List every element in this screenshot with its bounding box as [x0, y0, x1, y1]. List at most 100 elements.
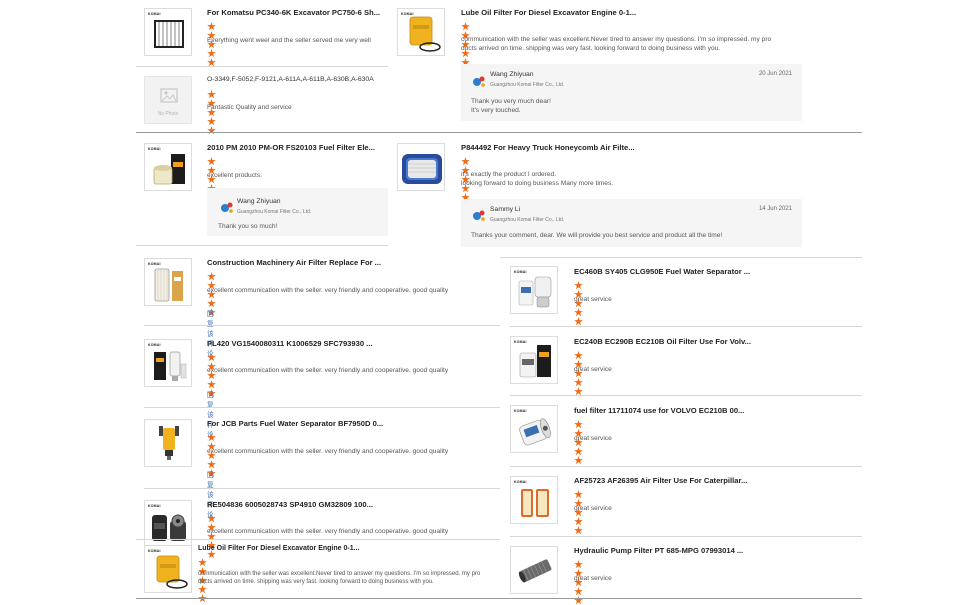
row-divider [136, 539, 500, 540]
review-comment: communication with the seller was excell… [461, 36, 772, 52]
oil-filter-box-icon[interactable]: KOMAI [510, 336, 558, 384]
fuel-water-separator-icon[interactable]: KOMAI [510, 266, 558, 314]
row-divider [136, 66, 388, 67]
product-title[interactable]: Hydraulic Pump Filter PT 685-MPG 0799301… [574, 546, 743, 555]
spin-on-filter-icon[interactable]: KOMAI [144, 500, 192, 548]
reply-company: Guangzhou Komai Filter Co., Ltd. [490, 82, 565, 88]
komai-logo-icon [473, 210, 485, 221]
product-title[interactable]: PL420 VG1540080311 K1006529 SFC793930 ..… [207, 339, 373, 348]
lube-oil-filter-icon[interactable]: KOMAI [144, 545, 192, 593]
star-icon [574, 490, 583, 499]
seller-reply: Sammy Li Guangzhou Komai Filter Co., Ltd… [461, 199, 802, 247]
product-title[interactable]: Lube Oil Filter For Diesel Excavator Eng… [461, 8, 636, 17]
rating-stars [574, 560, 584, 605]
reply-link[interactable]: 回复该评论 [207, 389, 214, 439]
rating-stars [461, 157, 471, 202]
air-filter-icon[interactable]: KOMAI [144, 258, 192, 306]
row-divider [388, 132, 862, 133]
review-comment: excellent communication with the seller.… [207, 448, 449, 455]
review-comment: excellent products. [207, 172, 262, 179]
product-title[interactable]: O-3349,F-5052,F-9121,A-611A,A-611B,A-630… [207, 76, 374, 83]
star-icon [207, 49, 216, 58]
star-icon [207, 117, 216, 126]
review-comment: it's exactly the product I ordered. look… [461, 171, 614, 187]
reply-text: Thank you so much! [218, 223, 278, 230]
komai-logo-icon [221, 202, 233, 213]
product-title[interactable]: For Komatsu PC340-6K Excavator PC750-6 S… [207, 8, 380, 17]
row-divider [500, 598, 862, 599]
star-icon [574, 560, 583, 569]
row-divider [144, 407, 500, 408]
rating-stars [574, 281, 584, 326]
volvo-fuel-filter-icon[interactable]: KOMAI [510, 405, 558, 453]
caterpillar-air-filter-icon[interactable]: KOMAI [510, 476, 558, 524]
review-comment: excellent communication with the seller.… [207, 528, 449, 535]
product-title[interactable]: Lube Oil Filter For Diesel Excavator Eng… [198, 545, 359, 552]
star-icon [207, 272, 216, 281]
honeycomb-air-filter-icon[interactable] [397, 143, 445, 191]
reply-link[interactable]: 回复该评论 [207, 469, 214, 519]
product-title[interactable]: fuel filter 11711074 use for VOLVO EC210… [574, 406, 744, 415]
product-title[interactable]: P844492 For Heavy Truck Honeycomb Air Fi… [461, 143, 635, 152]
panel-filter-icon[interactable]: KOMAI [144, 8, 192, 56]
review-comment: great service [574, 296, 612, 303]
filter-set-icon[interactable]: KOMAI [144, 339, 192, 387]
star-icon [574, 317, 583, 326]
star-icon [574, 526, 583, 535]
product-title[interactable]: EC240B EC290B EC210B Oil Filter Use For … [574, 337, 751, 346]
row-divider [510, 536, 862, 537]
review-comment: great service [574, 575, 612, 582]
reply-author: Wang Zhiyuan [237, 198, 281, 205]
rating-stars [207, 353, 217, 398]
komai-logo-icon [473, 76, 485, 87]
reply-link[interactable]: 回复该评论 [207, 308, 214, 358]
water-separator-icon[interactable] [144, 419, 192, 467]
rating-stars [207, 90, 217, 135]
star-icon [207, 353, 216, 362]
review-comment: communication with the seller was excell… [198, 571, 481, 585]
star-icon [207, 299, 216, 308]
rating-stars [207, 22, 217, 67]
row-divider [510, 326, 862, 327]
rating-stars [574, 351, 584, 396]
reply-company: Guangzhou Komai Filter Co., Ltd. [237, 209, 312, 215]
product-title[interactable]: Construction Machinery Air Filter Replac… [207, 258, 381, 267]
star-icon [574, 587, 583, 596]
review-comment: Fantastic Quality and service [207, 104, 292, 111]
star-icon [207, 22, 216, 31]
rating-stars [207, 433, 217, 478]
product-title[interactable]: AF25723 AF26395 Air Filter Use For Cater… [574, 476, 747, 485]
star-icon [574, 351, 583, 360]
star-icon [207, 380, 216, 389]
star-icon [461, 157, 470, 166]
fuel-filter-box-icon[interactable]: KOMAI [144, 143, 192, 191]
review-comment: excellent communication with the seller.… [207, 367, 449, 374]
star-icon [574, 378, 583, 387]
row-divider [136, 245, 388, 246]
star-icon [207, 126, 216, 135]
star-icon [207, 157, 216, 166]
hydraulic-filter-icon[interactable] [510, 546, 558, 594]
lube-oil-filter-icon[interactable]: KOMAI [397, 8, 445, 56]
row-divider [136, 132, 388, 133]
reply-date: 20 Jun 2021 [758, 71, 792, 77]
product-title[interactable]: 2010 PM 2010 PM-OR FS20103 Fuel Filter E… [207, 143, 375, 152]
rating-stars [198, 558, 208, 603]
product-title[interactable]: EC460B SY405 CLG950E Fuel Water Separato… [574, 267, 750, 276]
review-comment: Everything went weel and the seller serv… [207, 37, 371, 44]
product-title[interactable]: For JCB Parts Fuel Water Separator BF795… [207, 419, 383, 428]
star-icon [574, 517, 583, 526]
product-title[interactable]: RE504836 6005028743 SP4910 GM32809 100..… [207, 500, 373, 509]
star-icon [198, 585, 207, 594]
rating-stars [207, 272, 217, 317]
rating-stars [461, 22, 471, 67]
star-icon [574, 420, 583, 429]
rating-stars [574, 420, 584, 465]
star-icon [574, 456, 583, 465]
rating-stars [207, 157, 217, 202]
star-icon [574, 281, 583, 290]
review-comment: excellent communication with the seller.… [207, 287, 449, 294]
star-icon [207, 433, 216, 442]
no-photo-icon: No Photo [144, 76, 192, 124]
rating-stars [574, 490, 584, 535]
